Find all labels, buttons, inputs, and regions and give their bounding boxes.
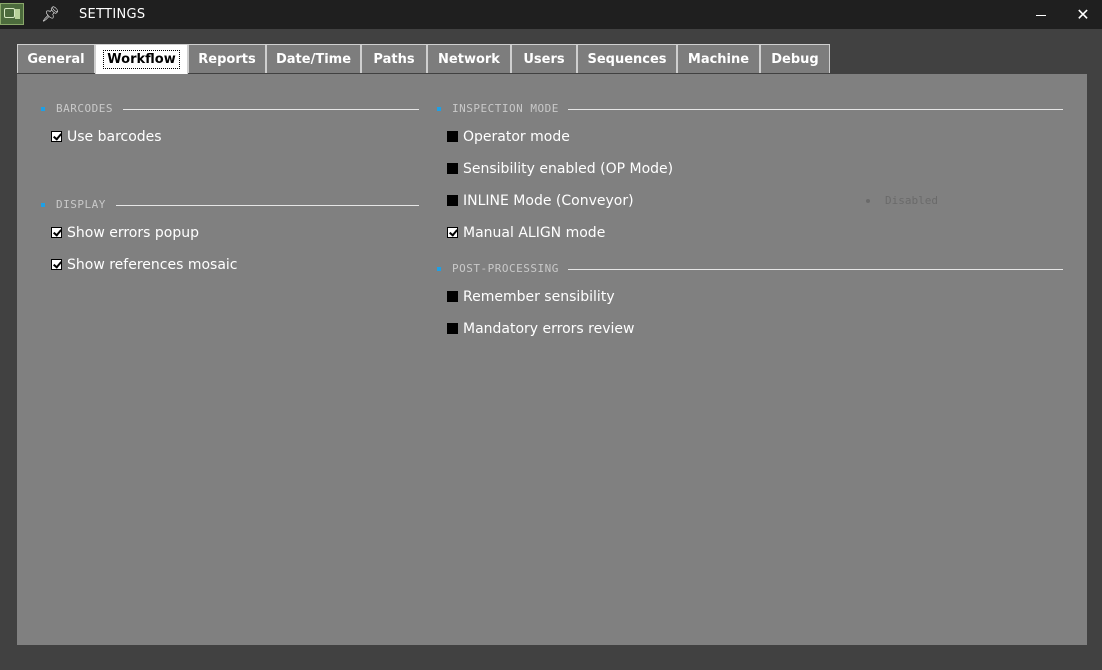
tab-users[interactable]: Users (511, 44, 577, 73)
section-title: POST-PROCESSING (452, 262, 559, 275)
close-button[interactable]: ✕ (1060, 0, 1102, 29)
checkbox-label: Use barcodes (67, 129, 162, 145)
section-bullet-icon (437, 107, 441, 111)
workflow-panel: BARCODES Use barcodes DISPLAY Show error… (17, 74, 1087, 645)
section-inspection-mode-header: INSPECTION MODE (437, 102, 1063, 116)
tab-paths[interactable]: Paths (361, 44, 427, 73)
section-divider (568, 109, 1063, 110)
close-icon: ✕ (1076, 5, 1090, 24)
tab-reports[interactable]: Reports (188, 44, 266, 73)
checkbox-label: INLINE Mode (Conveyor) (463, 193, 634, 209)
minimize-icon (1036, 15, 1046, 16)
checkbox-icon (447, 163, 458, 174)
tab-label: Users (523, 52, 565, 67)
window-title: SETTINGS (79, 7, 146, 22)
tab-machine[interactable]: Machine (677, 44, 760, 73)
section-title: BARCODES (56, 102, 113, 115)
checkbox-label: Manual ALIGN mode (463, 225, 606, 241)
checkbox-label: Remember sensibility (463, 289, 615, 305)
checkbox-icon (51, 131, 62, 142)
checkbox-icon (447, 131, 458, 142)
checkbox-icon (447, 227, 458, 238)
checkbox-icon (51, 259, 62, 270)
checkbox-label: Mandatory errors review (463, 321, 635, 337)
tab-label: Network (438, 52, 500, 67)
section-display-header: DISPLAY (41, 198, 419, 212)
checkbox-icon (447, 195, 458, 206)
tab-label: Paths (373, 52, 415, 67)
status-dot-icon (866, 199, 870, 203)
title-bar: 📌︎ SETTINGS ✕ (0, 0, 1102, 29)
section-title: DISPLAY (56, 198, 106, 211)
section-bullet-icon (437, 267, 441, 271)
tab-label: Workflow (103, 50, 180, 69)
section-post-processing-header: POST-PROCESSING (437, 262, 1063, 276)
checkbox-icon (447, 291, 458, 302)
tab-label: Machine (687, 52, 750, 67)
section-divider (123, 109, 419, 110)
tab-label: General (27, 52, 85, 67)
tab-label: Reports (198, 52, 256, 67)
tab-date-time[interactable]: Date/Time (266, 44, 361, 73)
tab-debug[interactable]: Debug (760, 44, 830, 73)
tab-label: Debug (771, 52, 819, 67)
section-barcodes-header: BARCODES (41, 102, 419, 116)
checkbox-label: Sensibility enabled (OP Mode) (463, 161, 674, 177)
section-bullet-icon (41, 203, 45, 207)
tab-workflow[interactable]: Workflow (95, 44, 188, 75)
tab-network[interactable]: Network (427, 44, 511, 73)
checkbox-label: Show references mosaic (67, 257, 238, 273)
checkbox-icon (51, 227, 62, 238)
tab-label: Date/Time (275, 52, 352, 67)
checkbox-label: Operator mode (463, 129, 570, 145)
pin-icon[interactable]: 📌︎ (41, 5, 60, 23)
minimize-button[interactable] (1018, 0, 1064, 29)
section-bullet-icon (41, 107, 45, 111)
section-title: INSPECTION MODE (452, 102, 559, 115)
tab-label: Sequences (587, 52, 667, 67)
checkbox-icon (447, 323, 458, 334)
tab-sequences[interactable]: Sequences (577, 44, 677, 73)
status-label: Disabled (885, 194, 938, 207)
section-divider (568, 269, 1063, 270)
checkbox-label: Show errors popup (67, 225, 199, 241)
tab-general[interactable]: General (17, 44, 95, 73)
app-logo-icon (0, 3, 24, 25)
section-divider (116, 205, 419, 206)
